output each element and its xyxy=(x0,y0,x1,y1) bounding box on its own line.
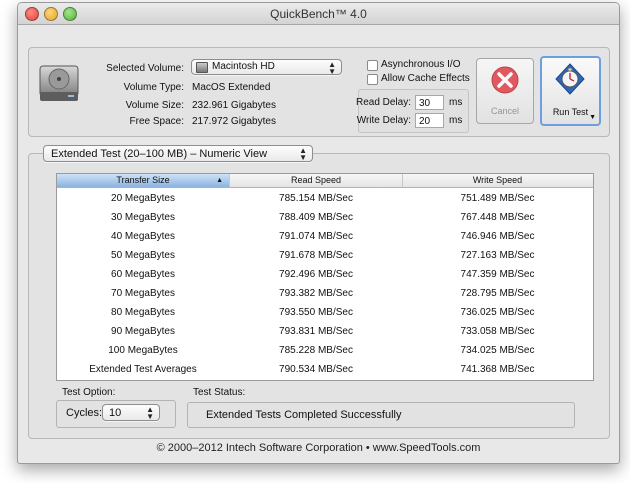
results-table: Transfer Size ▲ Read Speed Write Speed 2… xyxy=(56,173,594,381)
transfer-size-cell: 70 MegaBytes xyxy=(111,288,175,299)
write-delay-label: Write Delay: xyxy=(356,115,411,126)
transfer-size-cell: 100 MegaBytes xyxy=(108,345,178,356)
write-speed-cell: 751.489 MB/Sec xyxy=(460,193,535,204)
write-speed-cell: 747.359 MB/Sec xyxy=(460,269,535,280)
hard-drive-icon xyxy=(39,65,79,101)
sort-ascending-icon: ▲ xyxy=(216,177,223,184)
volume-select-value: Macintosh HD xyxy=(212,61,275,72)
cycles-label: Cycles: xyxy=(66,407,103,419)
read-delay-label: Read Delay: xyxy=(355,97,411,108)
cancel-x-icon xyxy=(491,66,519,94)
read-speed-cell: 785.228 MB/Sec xyxy=(279,345,353,356)
column-header-label: Transfer Size xyxy=(116,175,170,185)
write-speed-cell: 734.025 MB/Sec xyxy=(460,345,535,356)
table-row[interactable]: 20 MegaBytes 785.154 MB/Sec 751.489 MB/Sec xyxy=(57,189,593,208)
chevron-updown-icon: ▲ ▼ xyxy=(299,146,307,162)
cycles-select[interactable]: 10 ▲ ▼ xyxy=(102,404,160,421)
footer-copyright: © 2000–2012 Intech Software Corporation … xyxy=(156,442,481,454)
table-row[interactable]: 100 MegaBytes 785.228 MB/Sec 734.025 MB/Se… xyxy=(57,341,593,360)
test-status-label: Test Status: xyxy=(193,387,246,398)
table-row[interactable]: 80 MegaBytes 793.550 MB/Sec 736.025 MB/Sec xyxy=(57,303,593,322)
test-status-value: Extended Tests Completed Successfully xyxy=(206,409,402,421)
transfer-size-cell: 60 MegaBytes xyxy=(111,269,175,280)
title-bar: QuickBench™ 4.0 xyxy=(18,3,619,25)
dropdown-arrow-icon: ▼ xyxy=(589,114,596,121)
volume-type-label: Volume Type: xyxy=(123,82,184,93)
transfer-size-cell: 20 MegaBytes xyxy=(111,193,175,204)
stopwatch-icon xyxy=(555,63,585,95)
app-window: QuickBench™ 4.0 Selected Volume: Macinto… xyxy=(17,2,620,464)
write-speed-cell: 746.946 MB/Sec xyxy=(460,231,535,242)
volume-type-value: MacOS Extended xyxy=(192,82,271,93)
write-speed-cell: 741.368 MB/Sec xyxy=(460,364,535,375)
table-row[interactable]: 70 MegaBytes 793.382 MB/Sec 728.795 MB/Sec xyxy=(57,284,593,303)
write-speed-cell: 733.058 MB/Sec xyxy=(460,326,535,337)
async-io-label: Asynchronous I/O xyxy=(381,59,461,70)
table-row[interactable]: 50 MegaBytes 791.678 MB/Sec 727.163 MB/Sec xyxy=(57,246,593,265)
column-header-transfer-size[interactable]: Transfer Size ▲ xyxy=(57,174,230,187)
volume-size-label: Volume Size: xyxy=(125,100,184,111)
read-speed-cell: 793.382 MB/Sec xyxy=(279,288,353,299)
test-status-box: Extended Tests Completed Successfully xyxy=(187,402,575,428)
async-io-checkbox[interactable] xyxy=(367,60,378,71)
chevron-updown-icon: ▲ ▼ xyxy=(146,405,154,421)
selected-volume-label: Selected Volume: xyxy=(106,63,184,74)
write-speed-cell: 736.025 MB/Sec xyxy=(460,307,535,318)
table-row[interactable]: 30 MegaBytes 788.409 MB/Sec 767.448 MB/Sec xyxy=(57,208,593,227)
table-row[interactable]: 60 MegaBytes 792.496 MB/Sec 747.359 MB/Sec xyxy=(57,265,593,284)
read-speed-cell: 791.678 MB/Sec xyxy=(279,250,353,261)
write-speed-cell: 767.448 MB/Sec xyxy=(460,212,535,223)
read-speed-cell: 792.496 MB/Sec xyxy=(279,269,353,280)
delay-group xyxy=(358,89,469,133)
run-test-button[interactable]: Run Test ▼ xyxy=(540,56,601,126)
read-speed-cell: 793.550 MB/Sec xyxy=(279,307,353,318)
transfer-size-cell: 30 MegaBytes xyxy=(111,212,175,223)
window-title: QuickBench™ 4.0 xyxy=(270,7,367,21)
transfer-size-cell: 80 MegaBytes xyxy=(111,307,175,318)
cycles-select-value: 10 xyxy=(109,407,122,419)
test-view-select[interactable]: Extended Test (20–100 MB) – Numeric View… xyxy=(43,145,313,162)
drive-info-panel: Selected Volume: Macintosh HD ▲ ▼ Volume … xyxy=(28,47,610,137)
test-view-select-value: Extended Test (20–100 MB) – Numeric View xyxy=(51,148,268,160)
read-speed-cell: 793.831 MB/Sec xyxy=(279,326,353,337)
read-speed-cell: 788.409 MB/Sec xyxy=(279,212,353,223)
table-row[interactable]: Extended Test Averages 790.534 MB/Sec 741.… xyxy=(57,360,593,379)
read-delay-input[interactable]: 30 xyxy=(415,95,444,110)
read-speed-cell: 791.074 MB/Sec xyxy=(279,231,353,242)
cancel-button[interactable]: Cancel xyxy=(476,58,534,124)
read-delay-unit: ms xyxy=(449,97,463,108)
cache-effects-label: Allow Cache Effects xyxy=(381,73,470,84)
transfer-size-cell: Extended Test Averages xyxy=(89,364,197,375)
read-speed-cell: 785.154 MB/Sec xyxy=(279,193,353,204)
cancel-button-label: Cancel xyxy=(490,106,519,116)
cache-effects-checkbox[interactable] xyxy=(367,74,378,85)
write-delay-input[interactable]: 20 xyxy=(415,113,444,128)
free-space-value: 217.972 Gigabytes xyxy=(192,116,276,127)
read-speed-cell: 790.534 MB/Sec xyxy=(279,364,353,375)
column-header-write-speed[interactable]: Write Speed xyxy=(403,174,592,187)
transfer-size-cell: 40 MegaBytes xyxy=(111,231,175,242)
volume-size-value: 232.961 Gigabytes xyxy=(192,100,276,111)
free-space-label: Free Space: xyxy=(129,116,184,127)
small-drive-icon xyxy=(196,62,208,73)
test-option-label: Test Option: xyxy=(62,387,116,398)
chevron-updown-icon: ▲ ▼ xyxy=(328,60,336,76)
write-delay-unit: ms xyxy=(449,115,463,126)
table-row[interactable]: 90 MegaBytes 793.831 MB/Sec 733.058 MB/Sec xyxy=(57,322,593,341)
write-speed-cell: 727.163 MB/Sec xyxy=(460,250,535,261)
write-speed-cell: 728.795 MB/Sec xyxy=(460,288,535,299)
column-header-read-speed[interactable]: Read Speed xyxy=(230,174,403,187)
transfer-size-cell: 90 MegaBytes xyxy=(111,326,175,337)
transfer-size-cell: 50 MegaBytes xyxy=(111,250,175,261)
table-row[interactable]: 40 MegaBytes 791.074 MB/Sec 746.946 MB/Sec xyxy=(57,227,593,246)
table-header: Transfer Size ▲ Read Speed Write Speed xyxy=(57,174,593,188)
volume-select[interactable]: Macintosh HD ▲ ▼ xyxy=(191,59,342,76)
